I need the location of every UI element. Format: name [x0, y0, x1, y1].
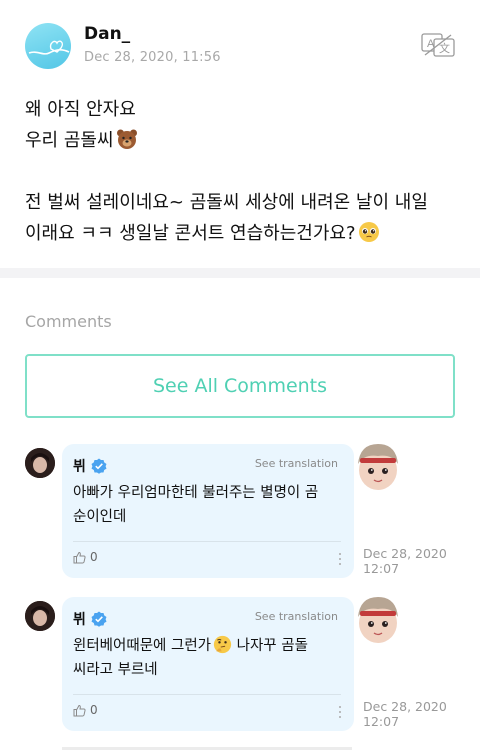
comment-date-line: Dec 28, 2020: [363, 546, 447, 561]
like-count: 0: [90, 703, 98, 717]
post-line-text: 우리 곰돌씨: [25, 130, 114, 151]
post-date: Dec 28, 2020, 11:56: [84, 50, 221, 65]
avatar-logo-icon: [28, 40, 70, 55]
commenter-photo-icon: [25, 448, 55, 478]
post-line: 전 벌써 설레이네요~ 곰돌씨 세상에 내려온 날이 내일: [25, 192, 428, 213]
thumbs-up-icon: [73, 704, 86, 716]
comment-text-line: 씨라고 부르네: [73, 662, 158, 678]
comment-text: 윈터베어때문에 그런가 나자꾸 곰돌 씨라고 부르네: [73, 634, 345, 682]
comment-bubble: 뷔 See translation 윈터베어때문에 그런가 나자꾸 곰돌 씨라고…: [62, 597, 354, 731]
commenter-name-row: 뷔: [73, 609, 107, 629]
commenter-avatar[interactable]: [25, 601, 55, 631]
comment-time-line: 12:07: [363, 714, 400, 729]
character-sticker-icon: [358, 444, 398, 490]
commenter-name[interactable]: 뷔: [73, 609, 86, 629]
thumbs-up-icon: [73, 551, 86, 563]
comment-text-line: 아빠가 우리엄마한테 불러주는 별명이 곰: [73, 485, 319, 501]
post-header: Dan_ Dec 28, 2020, 11:56 A 文: [0, 0, 480, 80]
comment-time-line: 12:07: [363, 561, 400, 576]
comment-text-part: 나자꾸 곰돌: [232, 638, 308, 654]
see-translation-link[interactable]: See translation: [255, 457, 338, 470]
comment-date: Dec 28, 2020 12:07: [363, 546, 447, 576]
more-options-icon[interactable]: [338, 552, 342, 566]
see-translation-link[interactable]: See translation: [255, 610, 338, 623]
commenter-photo-icon: [25, 601, 55, 631]
comment-text-line: 윈터베어때문에 그런가 나자꾸 곰돌: [73, 634, 345, 658]
comment-separator: [73, 694, 341, 695]
translate-icon[interactable]: A 文: [421, 33, 455, 57]
like-button[interactable]: 0: [73, 550, 98, 564]
more-options-icon[interactable]: [338, 705, 342, 719]
post-line-text: 이래요 ㅋㅋ 생일날 콘서트 연습하는건가요?: [25, 223, 356, 244]
comment-text: 아빠가 우리엄마한테 불러주는 별명이 곰 순이인데: [73, 481, 345, 529]
comment-separator: [73, 541, 341, 542]
verified-badge-icon: [91, 611, 107, 627]
section-divider: [0, 268, 480, 278]
comments-heading: Comments: [25, 312, 112, 331]
comment-text-part: 윈터베어때문에 그런가: [73, 638, 212, 654]
comment-bubble: 뷔 See translation 아빠가 우리엄마한테 불러주는 별명이 곰 …: [62, 444, 354, 578]
post-line: 왜 아직 안자요: [25, 99, 136, 120]
comment-text-line: 순이인데: [73, 509, 127, 525]
comment-date-line: Dec 28, 2020: [363, 699, 447, 714]
post-body: 왜 아직 안자요 우리 곰돌씨 전 벌써 설레이네요~ 곰돌씨 세상에 내려온 …: [25, 94, 465, 249]
verified-badge-icon: [91, 458, 107, 474]
commenter-avatar[interactable]: [25, 448, 55, 478]
comment-date: Dec 28, 2020 12:07: [363, 699, 447, 729]
like-count: 0: [90, 550, 98, 564]
post-line: 우리 곰돌씨: [25, 125, 465, 156]
post-line: 이래요 ㅋㅋ 생일날 콘서트 연습하는건가요?: [25, 218, 465, 249]
like-button[interactable]: 0: [73, 703, 98, 717]
author-name[interactable]: Dan_: [84, 24, 130, 44]
see-all-comments-button[interactable]: See All Comments: [25, 354, 455, 418]
character-sticker-icon: [358, 597, 398, 643]
commenter-name-row: 뷔: [73, 456, 107, 476]
author-avatar[interactable]: [25, 23, 71, 69]
thinking-face-icon: [213, 635, 232, 654]
bear-face-icon: [116, 129, 137, 149]
pleading-face-icon: [358, 222, 379, 242]
commenter-name[interactable]: 뷔: [73, 456, 86, 476]
